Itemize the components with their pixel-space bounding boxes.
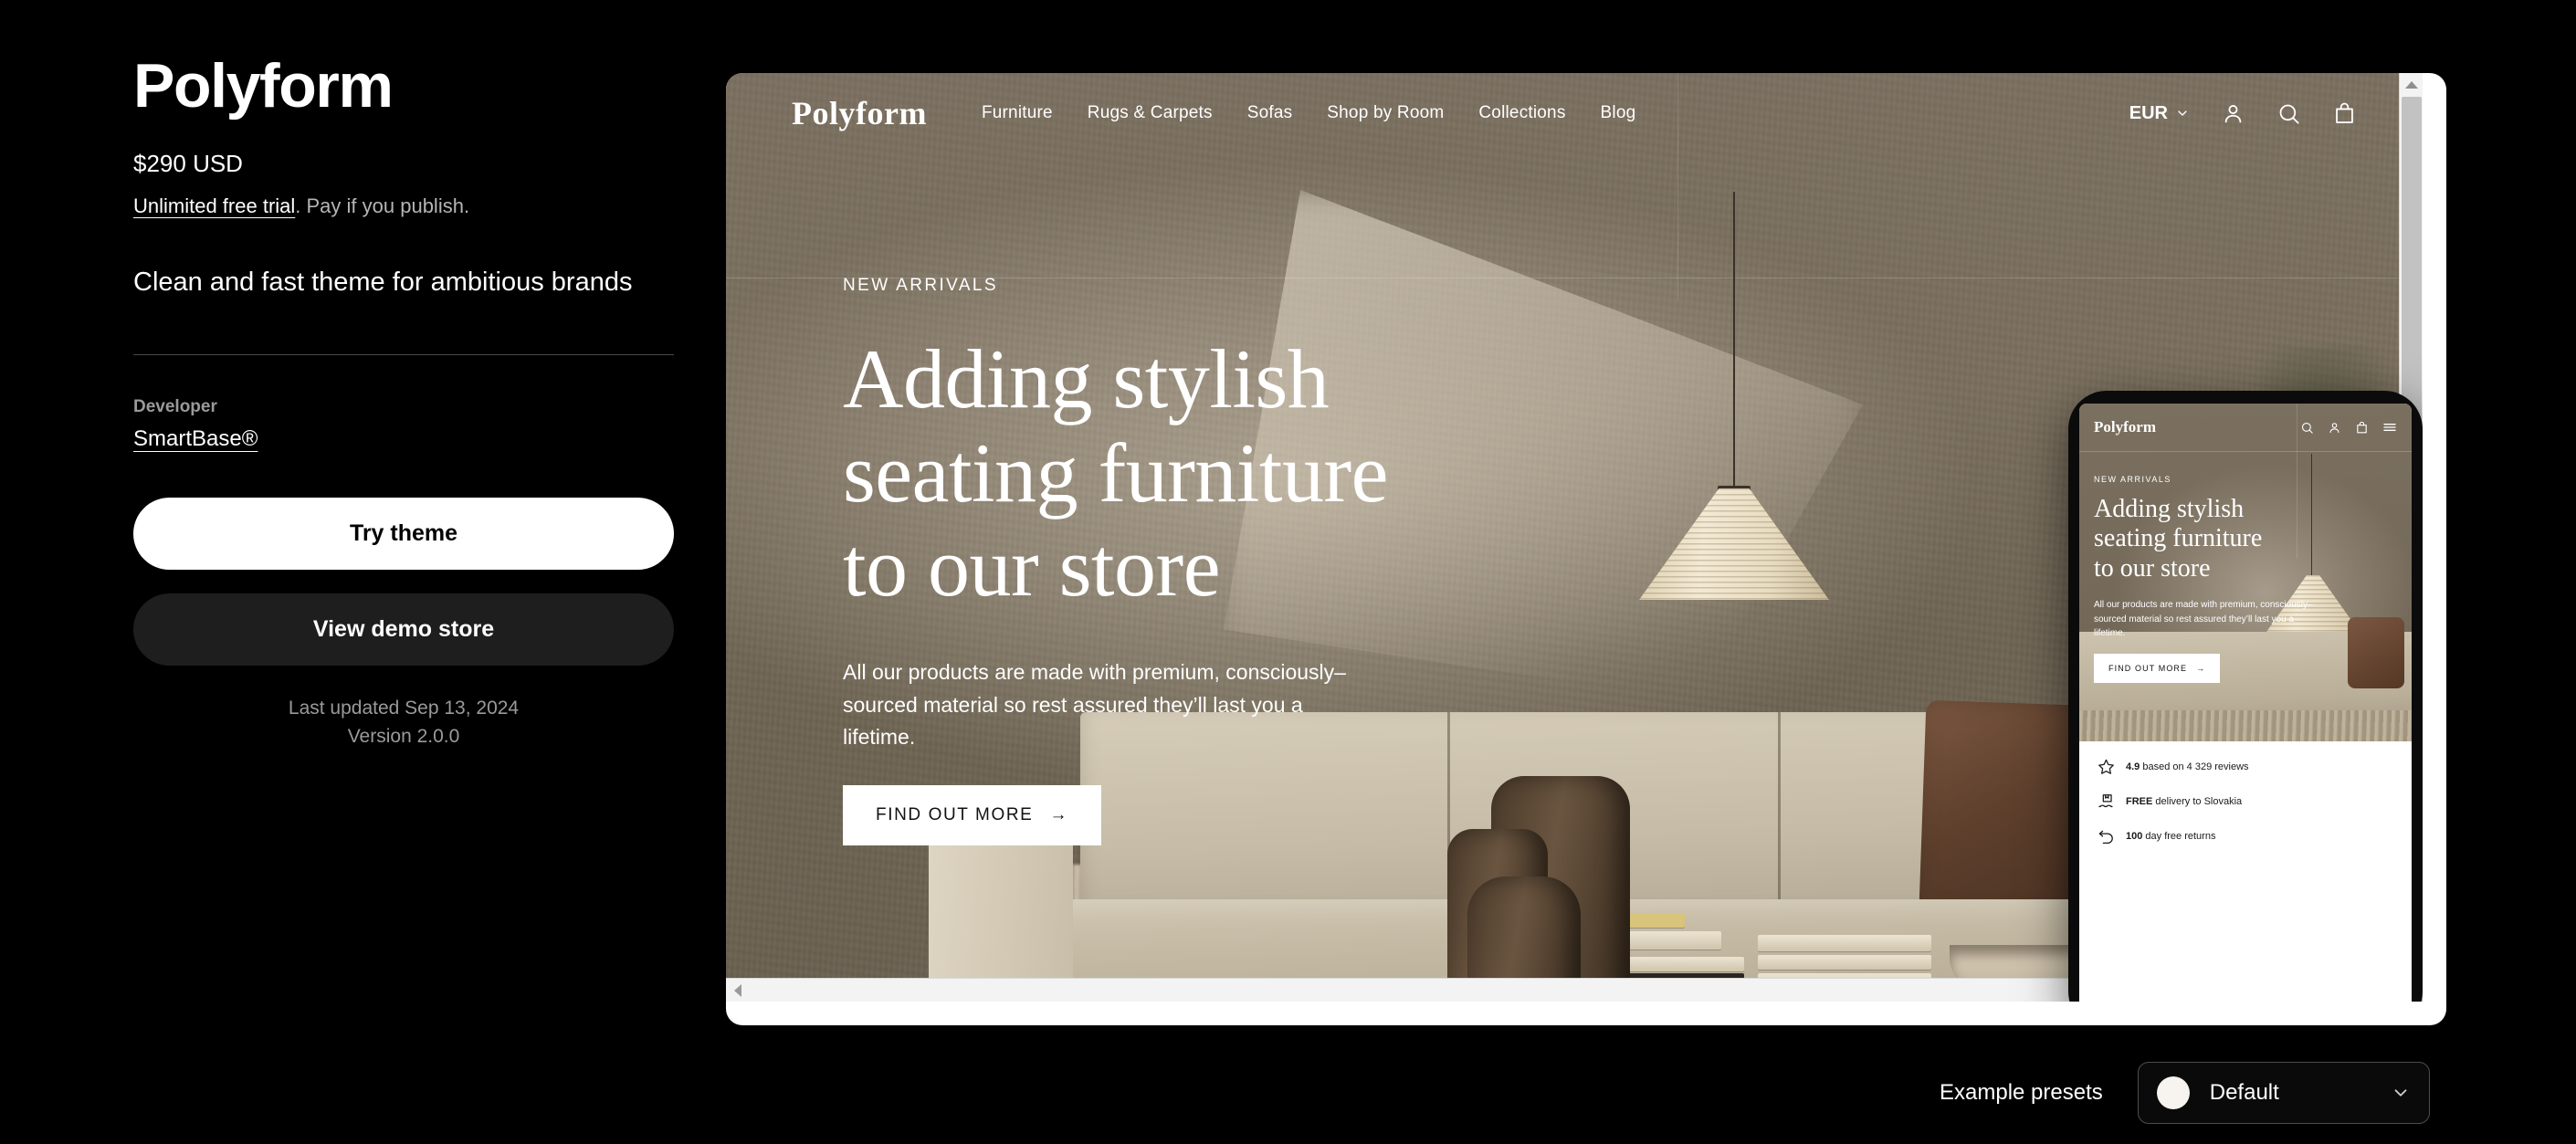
- returns-text: day free returns: [2142, 830, 2216, 842]
- returns-icon: [2098, 827, 2115, 845]
- theme-info-panel: Polyform $290 USD Unlimited free trial. …: [133, 55, 674, 750]
- shopping-bag-icon[interactable]: [2332, 101, 2357, 126]
- hero-subtitle: All our products are made with premium, …: [843, 660, 1346, 750]
- nav-item-furniture[interactable]: Furniture: [982, 103, 1053, 123]
- list-item-text: FREE delivery to Slovakia: [2126, 796, 2242, 807]
- preset-color-swatch: [2156, 1076, 2190, 1109]
- store-header-actions: EUR: [2129, 101, 2357, 126]
- example-presets-label: Example presets: [1940, 1080, 2103, 1105]
- delivery-icon: [2098, 792, 2115, 810]
- hero-title-line-3: to our store: [843, 520, 1221, 614]
- developer-label: Developer: [133, 397, 217, 417]
- delivery-text: delivery to Slovakia: [2152, 795, 2243, 807]
- sofa-arm-left: [929, 822, 1073, 1002]
- view-demo-store-button[interactable]: View demo store: [133, 593, 674, 666]
- mobile-store-logo[interactable]: Polyform: [2094, 418, 2156, 436]
- hero-section: NEW ARRIVALS Adding stylish seating furn…: [843, 276, 1738, 846]
- mobile-rug: [2079, 710, 2412, 741]
- page-title: Polyform: [133, 51, 394, 121]
- book-stack: [1758, 955, 1931, 970]
- nav-item-sofas[interactable]: Sofas: [1247, 103, 1293, 123]
- scroll-up-arrow-icon[interactable]: [2400, 73, 2423, 97]
- currency-selector[interactable]: EUR: [2129, 103, 2190, 124]
- nav-item-collections[interactable]: Collections: [1478, 103, 1565, 123]
- hero-title: Adding stylish seating furniture to our …: [843, 332, 1738, 614]
- version-text: Version 2.0.0: [347, 725, 460, 747]
- sofa-cushion-seam: [1778, 712, 1781, 922]
- shopping-bag-icon[interactable]: [2355, 421, 2369, 435]
- list-item-text: 100 day free returns: [2126, 831, 2215, 842]
- theme-detail-page: Polyform $290 USD Unlimited free trial. …: [0, 0, 2576, 1144]
- hero-title-line-1: Adding stylish: [843, 332, 1330, 425]
- mobile-preview-screen: Polyform NEW ARRIVALS Adding stylish sea…: [2079, 404, 2412, 1002]
- hero-title-line-2: seating furniture: [843, 426, 1388, 520]
- mobile-cta-label: FIND OUT MORE: [2108, 663, 2188, 673]
- hero-find-out-more-button[interactable]: FIND OUT MORE →: [843, 785, 1102, 846]
- desktop-preview-viewport: Polyform Furniture Rugs & Carpets Sofas …: [726, 73, 2423, 1002]
- store-logo[interactable]: Polyform: [792, 94, 927, 132]
- mobile-hero-title-line-1: Adding stylish: [2094, 495, 2245, 523]
- mobile-hero-eyebrow: NEW ARRIVALS: [2094, 475, 2171, 484]
- list-item: 100 day free returns: [2098, 827, 2393, 845]
- mobile-store-header: Polyform: [2079, 404, 2412, 451]
- search-icon[interactable]: [2276, 101, 2301, 126]
- returns-badge: 100: [2126, 830, 2143, 842]
- hero-cta-label: FIND OUT MORE: [876, 805, 1034, 825]
- mobile-header-actions: [2300, 420, 2397, 435]
- mobile-hero-subtitle: All our products are made with premium, …: [2094, 600, 2313, 639]
- nav-item-shop-by-room[interactable]: Shop by Room: [1327, 103, 1444, 123]
- scroll-left-arrow-icon[interactable]: [726, 979, 750, 1002]
- mobile-hero-title: Adding stylish seating furniture to our …: [2094, 495, 2368, 583]
- hamburger-menu-icon[interactable]: [2382, 420, 2397, 435]
- list-item: FREE delivery to Slovakia: [2098, 792, 2393, 810]
- mobile-feature-list: 4.9 based on 4 329 reviews FREE delivery…: [2079, 741, 2412, 1002]
- example-presets-bar: Example presets Default: [1940, 1062, 2430, 1124]
- unlimited-free-trial-link[interactable]: Unlimited free trial: [133, 194, 295, 217]
- theme-tagline: Clean and fast theme for ambitious brand…: [133, 267, 633, 297]
- theme-price: $290 USD: [133, 150, 243, 177]
- chevron-down-icon: [2391, 1083, 2411, 1103]
- last-updated-text: Last updated Sep 13, 2024: [288, 698, 520, 719]
- example-presets-select[interactable]: Default: [2137, 1062, 2430, 1124]
- mobile-wall-seam: [2079, 451, 2412, 452]
- rating-text: based on 4 329 reviews: [2140, 761, 2249, 772]
- list-item: 4.9 based on 4 329 reviews: [2098, 758, 2393, 775]
- chevron-down-icon: [2175, 106, 2190, 121]
- store-nav: Furniture Rugs & Carpets Sofas Shop by R…: [982, 103, 1635, 123]
- developer-link[interactable]: SmartBase®: [133, 426, 258, 452]
- trial-note-rest: . Pay if you publish.: [295, 194, 470, 217]
- currency-value: EUR: [2129, 102, 2168, 123]
- star-icon: [2098, 758, 2115, 775]
- nav-item-rugs-carpets[interactable]: Rugs & Carpets: [1088, 103, 1213, 123]
- mobile-find-out-more-button[interactable]: FIND OUT MORE →: [2094, 653, 2221, 683]
- trial-note: Unlimited free trial. Pay if you publish…: [133, 193, 674, 220]
- theme-meta: Last updated Sep 13, 2024 Version 2.0.0: [133, 695, 674, 750]
- preset-selected-value: Default: [2209, 1080, 2279, 1105]
- nav-item-blog[interactable]: Blog: [1601, 103, 1636, 123]
- list-item-text: 4.9 based on 4 329 reviews: [2126, 761, 2249, 772]
- hero-eyebrow: NEW ARRIVALS: [843, 276, 998, 295]
- mobile-hero-section: NEW ARRIVALS Adding stylish seating furn…: [2094, 475, 2368, 683]
- arrow-right-icon: →: [1049, 805, 1069, 825]
- account-icon[interactable]: [2328, 421, 2341, 435]
- section-divider: [133, 354, 674, 356]
- try-theme-button[interactable]: Try theme: [133, 498, 674, 571]
- mobile-hero-title-line-2: seating furniture: [2094, 524, 2263, 553]
- delivery-badge: FREE: [2126, 795, 2153, 807]
- account-icon[interactable]: [2221, 101, 2245, 126]
- store-header: Polyform Furniture Rugs & Carpets Sofas …: [726, 73, 2423, 153]
- mobile-hero-title-line-3: to our store: [2094, 553, 2211, 582]
- arrow-right-icon: →: [2196, 663, 2206, 673]
- theme-preview-window: Polyform Furniture Rugs & Carpets Sofas …: [726, 73, 2446, 1025]
- search-icon[interactable]: [2300, 421, 2314, 435]
- mobile-preview-frame: Polyform NEW ARRIVALS Adding stylish sea…: [2068, 391, 2423, 1002]
- rating-value: 4.9: [2126, 761, 2140, 772]
- book-stack: [1758, 935, 1931, 951]
